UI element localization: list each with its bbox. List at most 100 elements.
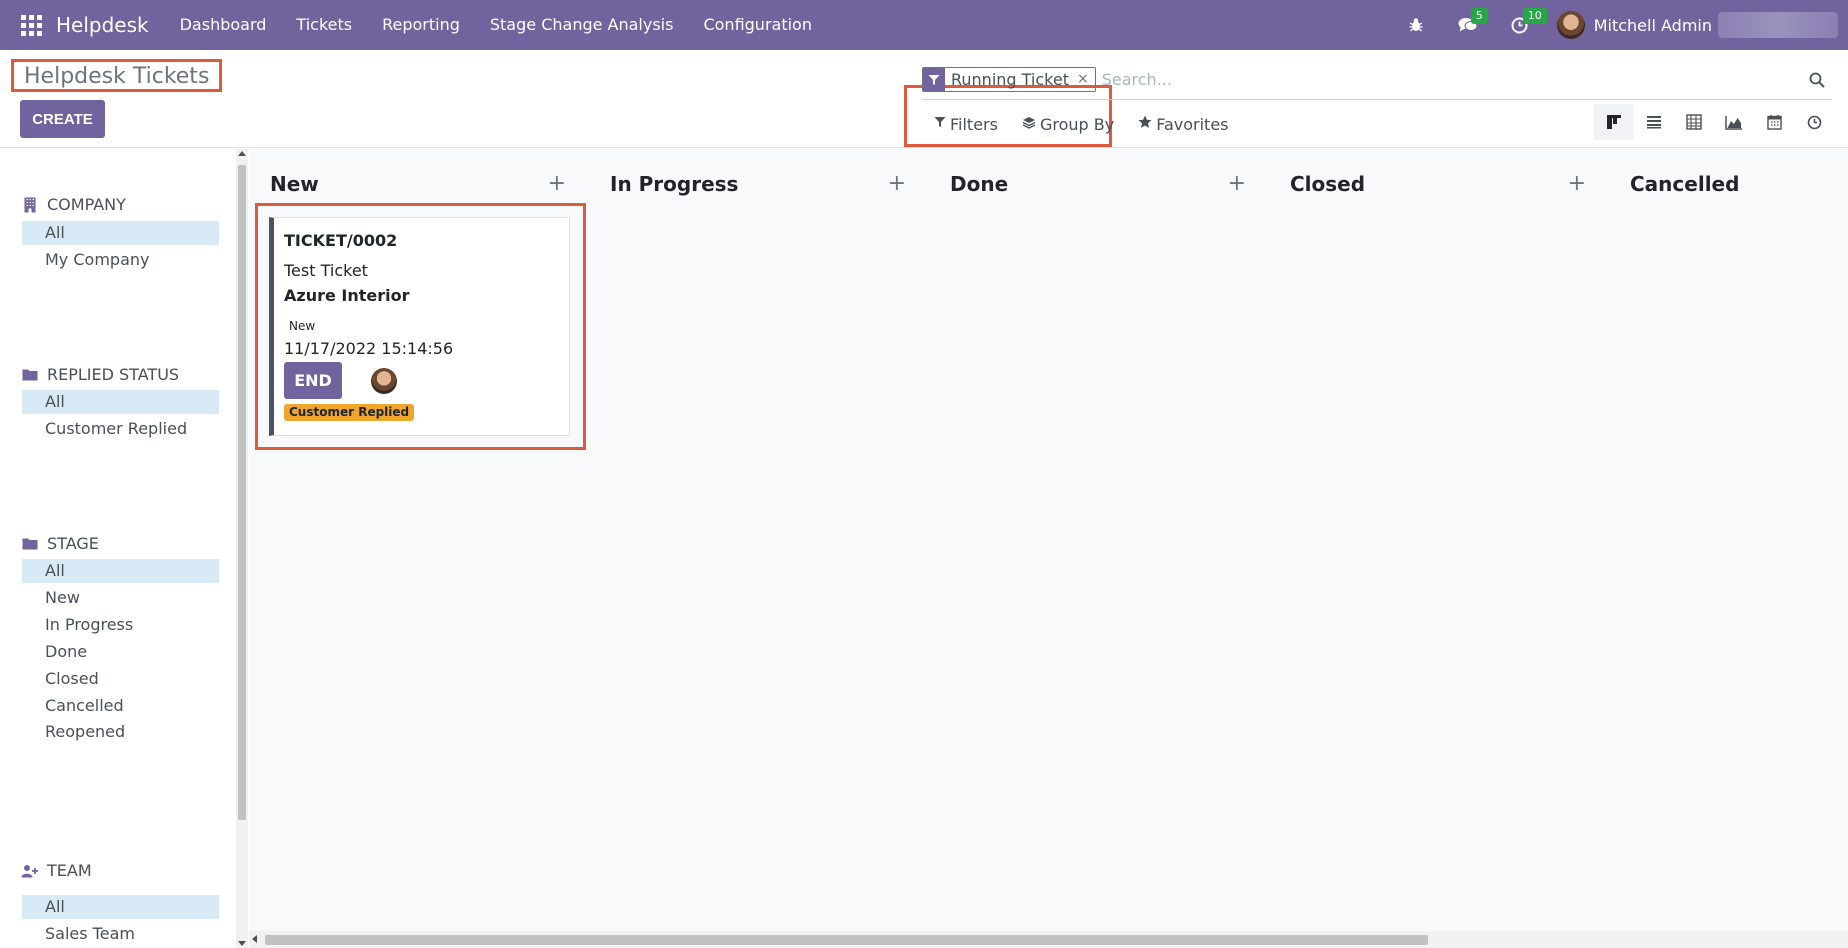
filter-icon [923, 68, 945, 91]
kanban-column-done: Done + [929, 149, 1246, 929]
chat-icon[interactable]: 5 [1453, 8, 1488, 40]
column-quick-create-icon[interactable]: + [548, 173, 566, 195]
sidepanel-replied-all[interactable]: All [22, 390, 219, 414]
ticket-card[interactable]: TICKET/0002 Test Ticket Azure Interior N… [269, 217, 570, 436]
end-button[interactable]: END [284, 362, 342, 399]
sidepanel-team-title: TEAM [47, 861, 92, 880]
sidepanel-stage-all[interactable]: All [22, 559, 219, 583]
sidepanel-stage-header: STAGE [21, 534, 99, 553]
scroll-down-icon[interactable] [238, 941, 246, 946]
sidepanel-stage-reopened[interactable]: Reopened [22, 720, 219, 744]
kanban-column-new: New + TICKET/0002 Test Ticket Azure Inte… [249, 149, 586, 929]
menu-stage-change-analysis[interactable]: Stage Change Analysis [475, 0, 689, 50]
sidepanel-company-header: COMPANY [21, 195, 126, 214]
column-title[interactable]: Closed [1290, 172, 1365, 196]
kanban-view-icon[interactable] [1594, 104, 1634, 140]
filters-label: Filters [950, 114, 998, 134]
folder-icon [21, 368, 39, 381]
folder-icon [21, 537, 39, 550]
sidepanel-scroll-thumb[interactable] [238, 165, 246, 820]
kanban-column-in-progress: In Progress + [589, 149, 906, 929]
ticket-partner: Azure Interior [284, 286, 410, 305]
menu-dashboard[interactable]: Dashboard [165, 0, 282, 50]
column-header: Cancelled [1630, 172, 1830, 196]
menu-configuration[interactable]: Configuration [688, 0, 827, 50]
create-button[interactable]: CREATE [20, 100, 105, 138]
ticket-reference: TICKET/0002 [284, 231, 398, 250]
sidepanel-team-all[interactable]: All [22, 895, 219, 919]
kanban-column-cancelled: Cancelled [1609, 149, 1848, 929]
database-name-redacted [1718, 12, 1838, 38]
favorites-button[interactable]: Favorites [1138, 115, 1229, 134]
kanban-horizontal-scrollbar[interactable] [249, 931, 1848, 948]
sidepanel-stage-new[interactable]: New [22, 586, 219, 610]
column-quick-create-icon[interactable]: + [1568, 173, 1586, 195]
search-icon[interactable] [1802, 60, 1832, 100]
sidepanel-stage-title: STAGE [47, 534, 99, 553]
main-menu: Dashboard Tickets Reporting Stage Change… [165, 0, 827, 50]
activity-view-icon[interactable] [1794, 104, 1834, 140]
search-input[interactable] [1101, 64, 1832, 95]
group-by-label: Group By [1039, 114, 1115, 134]
column-title[interactable]: New [270, 172, 319, 196]
column-quick-create-icon[interactable]: + [888, 173, 906, 195]
user-name[interactable]: Mitchell Admin [1594, 16, 1712, 35]
kanban-view: New + TICKET/0002 Test Ticket Azure Inte… [249, 149, 1848, 948]
graph-view-icon[interactable] [1714, 104, 1754, 140]
clock-icon[interactable]: 10 [1505, 8, 1547, 40]
sidepanel-stage-closed[interactable]: Closed [22, 667, 219, 691]
ticket-stage: New [289, 319, 316, 333]
messages-badge: 5 [1470, 8, 1488, 24]
layers-icon [1022, 116, 1036, 133]
sidepanel-replied-status-header: REPLIED STATUS [21, 365, 179, 384]
sidepanel-company-title: COMPANY [47, 195, 126, 214]
group-by-button[interactable]: Group By [1022, 115, 1114, 134]
kanban-column-closed: Closed + [1269, 149, 1586, 929]
app-brand[interactable]: Helpdesk [56, 13, 149, 37]
sidepanel-company-all[interactable]: All [22, 221, 219, 245]
search-bar: Running Ticket × [922, 60, 1832, 100]
column-header: In Progress + [610, 172, 906, 196]
sidepanel-replied-customer-replied[interactable]: Customer Replied [22, 417, 219, 441]
sidepanel-scrollbar[interactable] [236, 149, 248, 948]
menu-tickets[interactable]: Tickets [281, 0, 367, 50]
column-header: Done + [950, 172, 1246, 196]
column-title[interactable]: Done [950, 172, 1008, 196]
filters-button[interactable]: Filters [934, 115, 998, 134]
search-facet-label: Running Ticket [951, 70, 1069, 89]
search-panel: COMPANY All My Company REPLIED STATUS Al… [0, 149, 238, 948]
search-facet: Running Ticket × [922, 67, 1096, 92]
ticket-name: Test Ticket [284, 261, 368, 280]
apps-grid-icon[interactable] [20, 14, 42, 36]
column-title[interactable]: Cancelled [1630, 172, 1739, 196]
control-panel: Helpdesk Tickets CREATE Running Ticket ×… [0, 50, 1848, 148]
sidepanel-team-sales-team[interactable]: Sales Team [22, 922, 219, 946]
column-title[interactable]: In Progress [610, 172, 738, 196]
sidepanel-stage-cancelled[interactable]: Cancelled [22, 694, 219, 718]
menu-reporting[interactable]: Reporting [367, 0, 475, 50]
sidepanel-company-my-company[interactable]: My Company [22, 248, 219, 272]
sidepanel-stage-in-progress[interactable]: In Progress [22, 613, 219, 637]
user-avatar[interactable] [1556, 11, 1585, 39]
list-view-icon[interactable] [1634, 104, 1674, 140]
navbar-systray: 5 10 Mitchell Admin [1401, 0, 1848, 50]
building-icon [21, 197, 39, 213]
sidepanel-team-header: TEAM [21, 861, 92, 880]
star-icon [1138, 115, 1152, 133]
column-header: Closed + [1290, 172, 1586, 196]
search-options: Filters Group By Favorites [934, 108, 1253, 140]
scroll-left-icon[interactable] [252, 935, 257, 943]
kanban-scroll-thumb[interactable] [265, 935, 1428, 945]
sidepanel-stage-done[interactable]: Done [22, 640, 219, 664]
calendar-view-icon[interactable] [1754, 104, 1794, 140]
bug-icon[interactable] [1401, 10, 1431, 40]
facet-remove-icon[interactable]: × [1075, 68, 1095, 91]
sidepanel-replied-status-title: REPLIED STATUS [47, 365, 180, 384]
pivot-view-icon[interactable] [1674, 104, 1714, 140]
scroll-up-icon[interactable] [238, 151, 246, 156]
page-title: Helpdesk Tickets [11, 59, 223, 92]
users-icon [21, 864, 39, 878]
assignee-avatar[interactable] [371, 368, 397, 394]
activities-badge: 10 [1522, 8, 1547, 24]
column-quick-create-icon[interactable]: + [1228, 173, 1246, 195]
